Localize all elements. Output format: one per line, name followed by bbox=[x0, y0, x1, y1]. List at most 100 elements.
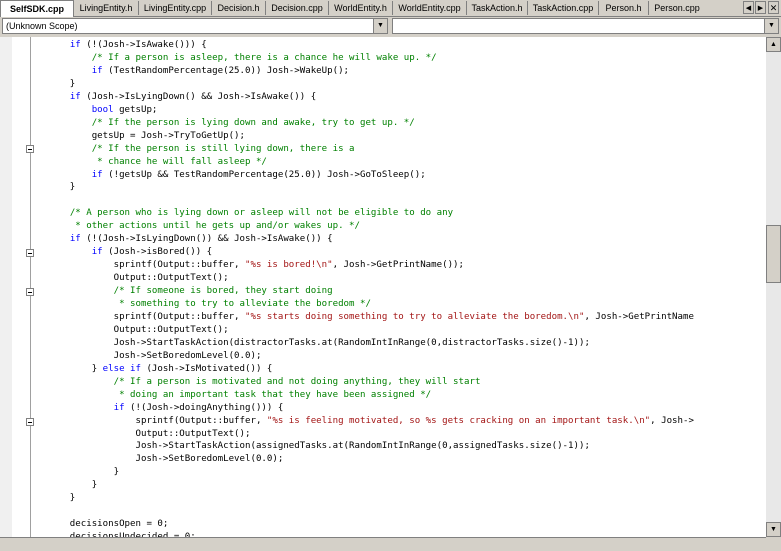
tab-livingentity-cpp[interactable]: LivingEntity.cpp bbox=[138, 1, 211, 15]
code-token: (!(Josh->IsAwake())) { bbox=[80, 40, 207, 50]
scroll-down-icon[interactable]: ▼ bbox=[766, 522, 781, 537]
code-string: "%s is bored!\n" bbox=[245, 260, 333, 271]
close-icon[interactable]: ✕ bbox=[768, 1, 779, 14]
code-line[interactable]: Output::OutputText(); bbox=[26, 272, 229, 285]
code-line[interactable]: /* If someone is bored, they start doing bbox=[26, 285, 333, 298]
code-line[interactable]: decisionsOpen = 0; bbox=[26, 518, 169, 531]
code-token: getsUp = Josh->TryToGetUp(); bbox=[26, 130, 245, 141]
code-line[interactable]: if (!(Josh->IsLyingDown()) && Josh->IsAw… bbox=[26, 233, 333, 246]
code-line[interactable]: Josh->SetBoredomLevel(0.0); bbox=[26, 350, 262, 363]
code-token: (!(Josh->doingAnything())) { bbox=[124, 402, 284, 413]
code-line[interactable]: /* If a person is asleep, there is a cha… bbox=[26, 52, 437, 65]
code-keyword: if bbox=[113, 402, 125, 413]
code-line[interactable]: Josh->SetBoredomLevel(0.0); bbox=[26, 453, 283, 466]
horizontal-scrollbar-area bbox=[0, 537, 766, 551]
scope-value: (Unknown Scope) bbox=[6, 21, 78, 31]
code-keyword: if bbox=[91, 247, 103, 258]
code-line[interactable]: Josh->StartTaskAction(distractorTasks.at… bbox=[26, 337, 590, 350]
code-line[interactable]: * other actions until he gets up and/or … bbox=[26, 220, 360, 233]
code-comment: /* If someone is bored, they start doing bbox=[113, 286, 333, 297]
code-keyword: if bbox=[91, 65, 103, 76]
code-line[interactable]: /* If the person is still lying down, th… bbox=[26, 143, 355, 156]
code-line[interactable]: if (TestRandomPercentage(25.0)) Josh->Wa… bbox=[26, 65, 349, 78]
code-token: , Josh->GetPrintName bbox=[584, 311, 694, 322]
dropdown-arrow-icon[interactable]: ▼ bbox=[764, 19, 778, 33]
vertical-scrollbar[interactable]: ▲ ▼ bbox=[766, 37, 781, 537]
code-token: , Josh->GetPrintName()); bbox=[332, 260, 465, 271]
tab-decision-cpp[interactable]: Decision.cpp bbox=[265, 1, 328, 15]
code-line[interactable]: } bbox=[26, 492, 75, 505]
code-line[interactable]: if (!(Josh->doingAnything())) { bbox=[26, 402, 284, 415]
code-comment: /* If a person is asleep, there is a cha… bbox=[91, 52, 437, 63]
tab-decision-h[interactable]: Decision.h bbox=[211, 1, 265, 15]
code-line[interactable]: sprintf(Output::buffer, "%s is feeling m… bbox=[26, 415, 693, 428]
code-line[interactable]: /* If the person is lying down and awake… bbox=[26, 117, 415, 130]
code-line[interactable]: bool getsUp; bbox=[26, 104, 158, 117]
code-line[interactable]: Output::OutputText(); bbox=[26, 428, 250, 441]
code-line[interactable]: /* If a person is motivated and not doin… bbox=[26, 376, 481, 389]
code-line[interactable]: } bbox=[26, 466, 119, 479]
code-line[interactable]: Output::OutputText(); bbox=[26, 324, 229, 337]
scope-bar: (Unknown Scope) ▼ ▼ bbox=[0, 17, 781, 37]
code-line[interactable]: /* A person who is lying down or asleep … bbox=[26, 207, 453, 220]
code-comment: /* If the person is lying down and awake… bbox=[91, 117, 415, 128]
code-line[interactable]: * something to try to alleviate the bore… bbox=[26, 298, 371, 311]
code-line[interactable]: Josh->StartTaskAction(assignedTasks.at(R… bbox=[26, 440, 590, 453]
tab-livingentity-h[interactable]: LivingEntity.h bbox=[73, 1, 138, 15]
code-token: Output::OutputText(); bbox=[26, 324, 229, 335]
code-line[interactable]: } bbox=[26, 78, 75, 91]
code-token: (!getsUp && TestRandomPercentage(25.0)) … bbox=[102, 169, 426, 180]
code-line[interactable]: * chance he will fall asleep */ bbox=[26, 156, 267, 169]
right-arrow-icon[interactable]: ▶ bbox=[755, 1, 766, 14]
code-comment: * something to try to alleviate the bore… bbox=[26, 299, 371, 309]
tab-worldentity-h[interactable]: WorldEntity.h bbox=[328, 1, 392, 15]
code-line[interactable]: sprintf(Output::buffer, "%s is bored!\n"… bbox=[26, 259, 464, 272]
code-line[interactable]: if (Josh->IsLyingDown() && Josh->IsAwake… bbox=[26, 91, 316, 104]
tab-selfsdk-cpp[interactable]: SelfSDK.cpp bbox=[0, 0, 74, 17]
code-line[interactable]: sprintf(Output::buffer, "%s starts doing… bbox=[26, 311, 694, 324]
left-arrow-icon[interactable]: ◀ bbox=[743, 1, 754, 14]
member-dropdown[interactable]: ▼ bbox=[392, 18, 779, 34]
code-line[interactable]: if (Josh->isBored()) { bbox=[26, 246, 212, 259]
code-string: "%s is feeling motivated, so %s gets cra… bbox=[266, 415, 651, 426]
tab-taskaction-h[interactable]: TaskAction.h bbox=[466, 1, 527, 15]
tab-taskaction-cpp[interactable]: TaskAction.cpp bbox=[527, 1, 598, 15]
code-line[interactable]: * doing an important task that they have… bbox=[26, 389, 431, 402]
code-token: Josh->SetBoredomLevel(0.0); bbox=[26, 454, 284, 465]
code-line[interactable]: getsUp = Josh->TryToGetUp(); bbox=[26, 130, 245, 143]
code-comment: * other actions until he gets up and/or … bbox=[26, 221, 360, 232]
code-keyword: else if bbox=[102, 363, 141, 374]
code-token: sprintf(Output::buffer, bbox=[26, 311, 245, 322]
scope-dropdown[interactable]: (Unknown Scope) ▼ bbox=[2, 18, 388, 34]
code-token: sprintf(Output::buffer, bbox=[26, 415, 267, 426]
code-token: Josh->StartTaskAction(assignedTasks.at(R… bbox=[26, 441, 590, 452]
scroll-up-icon[interactable]: ▲ bbox=[766, 37, 781, 52]
tab-person-cpp[interactable]: Person.cpp bbox=[648, 1, 705, 15]
code-token: } bbox=[26, 467, 120, 478]
code-line[interactable]: } else if (Josh->IsMotivated()) { bbox=[26, 363, 273, 376]
code-line[interactable]: } bbox=[26, 181, 75, 194]
code-line[interactable]: if (!getsUp && TestRandomPercentage(25.0… bbox=[26, 169, 426, 182]
code-token: } bbox=[26, 493, 76, 504]
code-token: Josh->SetBoredomLevel(0.0); bbox=[26, 350, 262, 361]
dropdown-arrow-icon[interactable]: ▼ bbox=[373, 19, 387, 33]
tab-person-h[interactable]: Person.h bbox=[598, 1, 648, 15]
code-line[interactable]: } bbox=[26, 479, 98, 492]
code-token: } bbox=[26, 480, 98, 491]
code-editor[interactable]: if (!(Josh->IsAwake())) { /* If a person… bbox=[0, 37, 766, 537]
code-line[interactable]: if (!(Josh->IsAwake())) { bbox=[26, 39, 207, 52]
scrollbar-thumb[interactable] bbox=[766, 225, 781, 283]
document-tab-bar: SelfSDK.cpp LivingEntity.h LivingEntity.… bbox=[0, 0, 781, 17]
tab-worldentity-cpp[interactable]: WorldEntity.cpp bbox=[392, 1, 466, 15]
